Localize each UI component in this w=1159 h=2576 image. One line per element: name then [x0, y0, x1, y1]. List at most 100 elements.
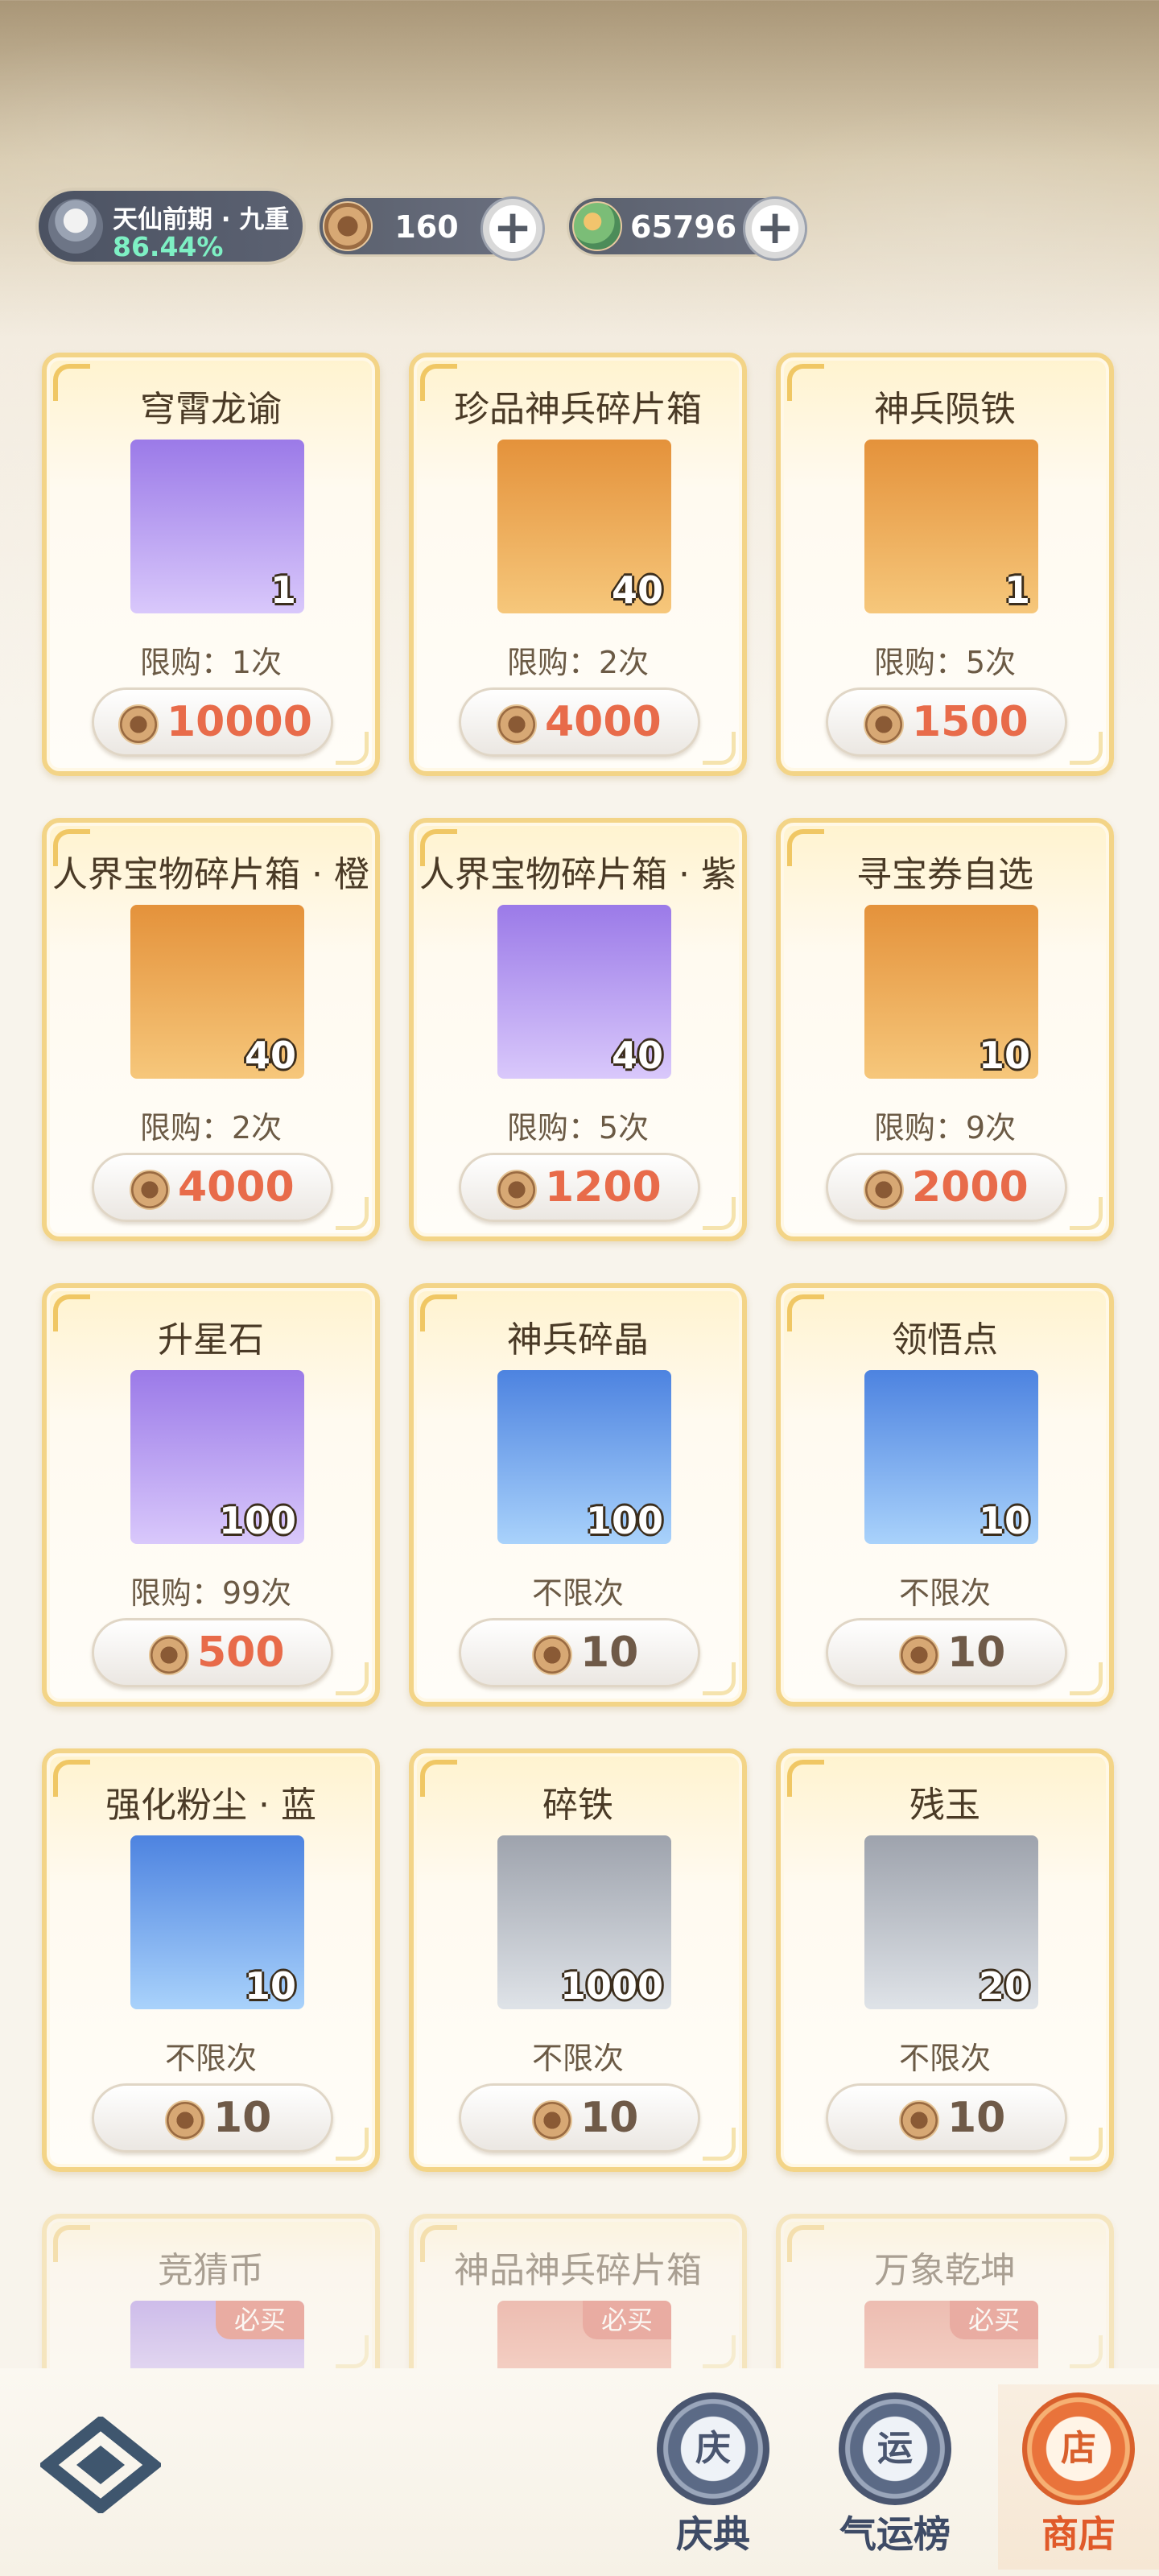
buy-button[interactable]: 10 — [826, 1618, 1067, 1687]
copper-coin-icon — [323, 201, 373, 251]
shop-item-card[interactable]: 碎铁 1000 不限次 10 — [409, 1748, 747, 2172]
item-name: 万象乾坤 — [874, 2250, 1016, 2291]
currency-copper-value: 160 — [394, 209, 459, 245]
shop-item-card[interactable]: 强化粉尘 · 蓝 10 不限次 10 — [42, 1748, 380, 2172]
shop-item-card[interactable]: 寻宝券自选 10 限购：9次 2000 — [776, 818, 1114, 1241]
blue-crystal-icon: 100 — [497, 1370, 671, 1544]
purchase-limit: 不限次 — [531, 2041, 624, 2076]
item-name: 残玉 — [909, 1785, 980, 1826]
shop-item-card[interactable]: 神兵碎晶 100 不限次 10 — [409, 1283, 747, 1707]
item-quantity: 10 — [978, 1034, 1030, 1077]
add-spirit-button[interactable]: + — [743, 196, 807, 261]
price-label: 10 — [947, 1629, 1006, 1677]
currency-spirit: 65796 + — [567, 196, 807, 261]
immortal-avatar-icon — [48, 199, 103, 254]
purchase-limit: 不限次 — [898, 1575, 991, 1611]
price-label: 1200 — [545, 1163, 662, 1212]
shop-item-card[interactable]: 人界宝物碎片箱 · 紫 40 限购：5次 1200 — [409, 818, 747, 1241]
buy-button[interactable]: 10000 — [92, 687, 333, 757]
copper-coin-icon — [130, 1170, 170, 1210]
item-name: 碎铁 — [542, 1785, 613, 1826]
item-quantity: 40 — [611, 1034, 663, 1077]
item-quantity: 1 — [270, 568, 296, 612]
price-label: 10 — [947, 2094, 1006, 2142]
buy-button[interactable]: 2000 — [826, 1153, 1067, 1222]
item-quantity: 1 — [1004, 568, 1030, 612]
nav-glyph: 店 — [1061, 2428, 1096, 2469]
add-copper-button[interactable]: + — [481, 196, 545, 261]
shop-item-card[interactable]: 穹霄龙谕 1 限购：1次 10000 — [42, 353, 380, 776]
item-quantity: 40 — [244, 1034, 296, 1077]
nav-label: 庆典 — [676, 2512, 750, 2556]
shop-item-card[interactable]: 人界宝物碎片箱 · 橙 40 限购：2次 4000 — [42, 818, 380, 1241]
purchase-limit: 限购：9次 — [873, 1110, 1017, 1146]
item-name: 神品神兵碎片箱 — [454, 2250, 702, 2291]
price-label: 2000 — [912, 1163, 1029, 1212]
buy-button[interactable]: 10 — [459, 2083, 700, 2153]
shop-item-card[interactable]: 珍品神兵碎片箱 40 限购：2次 4000 — [409, 353, 747, 776]
purchase-limit: 限购：5次 — [506, 1110, 650, 1146]
item-quantity: 10 — [244, 1964, 296, 2008]
purchase-limit: 不限次 — [164, 2041, 257, 2076]
nav-tab[interactable]: 运 气运榜 — [815, 2384, 975, 2570]
item-quantity: 40 — [611, 568, 663, 612]
spirit-stone-icon — [572, 201, 622, 251]
copper-coin-icon — [899, 2100, 939, 2140]
nav-tab[interactable]: 庆 庆典 — [633, 2384, 794, 2570]
nav-glyph: 运 — [877, 2428, 913, 2469]
buy-button[interactable]: 4000 — [459, 687, 700, 757]
copper-coin-icon — [532, 2100, 572, 2140]
nav-tab[interactable]: 店 商店 — [998, 2384, 1159, 2570]
realm-status[interactable]: 天仙前期 · 九重 86.44% — [35, 188, 306, 265]
shop-item-card[interactable]: 神兵陨铁 1 限购：5次 1500 — [776, 353, 1114, 776]
nav-label: 商店 — [1041, 2512, 1116, 2556]
price-label: 500 — [197, 1629, 285, 1677]
buy-button[interactable]: 1500 — [826, 687, 1067, 757]
item-name: 人界宝物碎片箱 · 紫 — [419, 854, 736, 895]
price-label: 1500 — [912, 698, 1029, 746]
buy-button[interactable]: 10 — [826, 2083, 1067, 2153]
item-name: 领悟点 — [892, 1319, 998, 1360]
item-quantity: 1000 — [559, 1964, 663, 2008]
shop-item-card[interactable]: 万象乾坤 必买 — [776, 2214, 1114, 2397]
copper-coin-icon — [532, 1635, 572, 1675]
shop-item-card[interactable]: 残玉 20 不限次 10 — [776, 1748, 1114, 2172]
purchase-limit: 限购：1次 — [139, 645, 283, 680]
price-label: 10 — [213, 2094, 272, 2142]
shop-item-card[interactable]: 领悟点 10 不限次 10 — [776, 1283, 1114, 1707]
copper-coin-icon — [899, 1635, 939, 1675]
nav-glyph: 庆 — [695, 2428, 731, 2469]
item-name: 寻宝券自选 — [856, 854, 1033, 895]
antler-horns-icon: 1 — [130, 440, 304, 613]
shop-item-card[interactable]: 竞猜币 必买 — [42, 2214, 380, 2397]
shop-item-card[interactable]: 神品神兵碎片箱 必买 — [409, 2214, 747, 2397]
copper-coin-icon — [497, 704, 537, 745]
price-label: 10 — [580, 2094, 639, 2142]
buy-button[interactable]: 1200 — [459, 1153, 700, 1222]
buy-button[interactable]: 500 — [92, 1618, 333, 1687]
copper-coin-icon — [149, 1635, 189, 1675]
buy-button[interactable]: 10 — [92, 2083, 333, 2153]
purchase-limit: 限购：2次 — [139, 1110, 283, 1146]
purchase-limit: 限购：5次 — [873, 645, 1017, 680]
item-name: 人界宝物碎片箱 · 橙 — [52, 854, 369, 895]
copper-coin-icon — [864, 704, 904, 745]
item-name: 神兵碎晶 — [507, 1319, 649, 1360]
item-quantity: 10 — [978, 1499, 1030, 1542]
buy-button[interactable]: 10 — [459, 1618, 700, 1687]
purple-crystal-icon: 100 — [130, 1370, 304, 1544]
price-label: 4000 — [178, 1163, 295, 1212]
realm-progress: 86.44% — [113, 231, 224, 262]
purchase-limit: 不限次 — [531, 1575, 624, 1611]
red-chest-icon: 40 — [497, 905, 671, 1079]
shop-item-card[interactable]: 升星石 100 限购：99次 500 — [42, 1283, 380, 1707]
treasure-box-icon: 10 — [864, 905, 1038, 1079]
item-quantity: 100 — [218, 1499, 296, 1542]
item-name: 竞猜币 — [158, 2250, 264, 2291]
purchase-limit: 不限次 — [898, 2041, 991, 2076]
purchase-limit: 限购：99次 — [130, 1575, 292, 1611]
meteor-iron-icon: 1 — [864, 440, 1038, 613]
diamond-logo-icon[interactable] — [40, 2417, 161, 2513]
buy-button[interactable]: 4000 — [92, 1153, 333, 1222]
item-name: 穹霄龙谕 — [140, 389, 282, 430]
